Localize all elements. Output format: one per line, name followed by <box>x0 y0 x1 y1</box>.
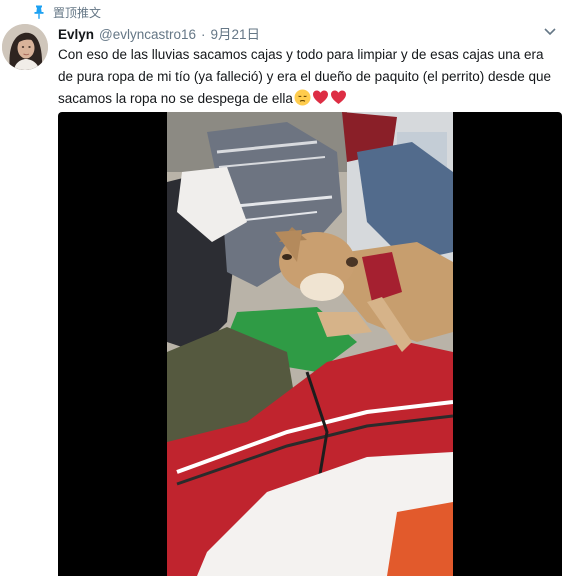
display-name[interactable]: Evlyn <box>58 27 94 42</box>
pin-icon <box>34 5 44 19</box>
tweet-header: Evlyn @evlyncastro16 · 9月21日 <box>58 23 537 43</box>
avatar[interactable] <box>2 24 48 70</box>
pinned-label: 置顶推文 <box>53 5 102 20</box>
separator-dot: · <box>201 27 206 42</box>
pinned-tweet-indicator: 置顶推文 <box>33 4 101 20</box>
video-player[interactable] <box>58 112 562 576</box>
avatar-image <box>2 24 48 70</box>
pensive-face-icon <box>294 89 311 106</box>
red-heart-icon <box>330 90 346 104</box>
tweet-date[interactable]: 9月21日 <box>211 23 261 43</box>
video-frame <box>167 112 453 576</box>
tweet-text: Con eso de las lluvias sacamos cajas y t… <box>58 44 556 110</box>
user-handle[interactable]: @evlyncastro16 <box>99 27 196 42</box>
red-heart-icon <box>312 90 328 104</box>
chevron-down-icon[interactable] <box>543 26 557 38</box>
